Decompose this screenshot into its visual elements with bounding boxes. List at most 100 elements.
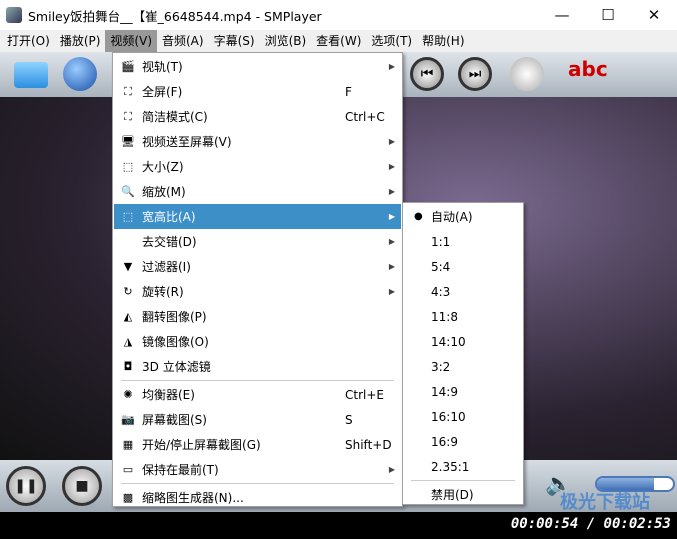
camera-icon: 📷	[121, 413, 135, 426]
video-menu-item[interactable]: ⬚ 宽高比(A) ▶	[114, 204, 401, 229]
submenu-arrow-icon: ▶	[388, 62, 395, 71]
aspect-option[interactable]: 1:1	[404, 229, 522, 254]
video-menu-item[interactable]: 🔍 缩放(M) ▶	[114, 179, 401, 204]
aspect-option-label: 16:9	[431, 434, 458, 449]
menu-6[interactable]: 查看(W)	[311, 30, 366, 52]
video-menu-item[interactable]: ◘ 3D 立体滤镜	[114, 354, 401, 379]
film-icon: 🎬	[121, 60, 135, 73]
menu-3[interactable]: 音频(A)	[157, 30, 209, 52]
menu-0[interactable]: 打开(O)	[2, 30, 55, 52]
aspect-option[interactable]: ● 自动(A)	[404, 204, 522, 229]
aspect-option-label: 14:10	[431, 334, 466, 349]
menu-item-shortcut: Shift+D	[345, 437, 392, 452]
aspect-icon: ⬚	[122, 210, 134, 223]
aspect-option[interactable]: 14:10	[404, 329, 522, 354]
audio-track-icon[interactable]	[510, 57, 544, 91]
menu-1[interactable]: 播放(P)	[55, 30, 106, 52]
menu-item-label: 保持在最前(T)	[142, 463, 219, 477]
video-menu-item[interactable]: 📷 屏幕截图(S) S	[114, 407, 401, 432]
stop-button[interactable]: ■	[62, 466, 102, 506]
submenu-arrow-icon: ▶	[388, 162, 395, 171]
blank-icon	[120, 234, 136, 250]
aspect-option-label: 5:4	[431, 259, 451, 274]
globe-icon[interactable]	[63, 57, 97, 91]
menu-item-label: 全屏(F)	[142, 85, 183, 99]
pause-button[interactable]: ❚❚	[6, 466, 46, 506]
menu-item-label: 过滤器(I)	[142, 260, 191, 274]
video-menu-item[interactable]: ↻ 旋转(R) ▶	[114, 279, 401, 304]
video-menu-item[interactable]: ▦ 开始/停止屏幕截图(G) Shift+D	[114, 432, 401, 457]
aspect-option[interactable]: 5:4	[404, 254, 522, 279]
video-menu-item[interactable]: ⛶ 简洁模式(C) Ctrl+C	[114, 104, 401, 129]
submenu-arrow-icon: ▶	[388, 237, 395, 246]
video-menu-item[interactable]: ⛶ 全屏(F) F	[114, 79, 401, 104]
video-menu-item[interactable]: 🖥 视频送至屏幕(V) ▶	[114, 129, 401, 154]
aspect-option[interactable]: 3:2	[404, 354, 522, 379]
submenu-arrow-icon: ▶	[388, 287, 395, 296]
open-folder-icon[interactable]	[14, 62, 48, 88]
status-bar: 00:00:54 / 00:02:53	[0, 512, 677, 539]
minimize-button[interactable]: —	[539, 0, 585, 30]
menu-item-shortcut: F	[345, 84, 352, 99]
aspect-option[interactable]: 禁用(D)	[404, 482, 522, 507]
menu-bar: 打开(O) 播放(P) 视频(V) 音频(A) 字幕(S) 浏览(B) 查看(W) 选项(T)…	[0, 30, 677, 52]
video-menu-item[interactable]: ⬚ 大小(Z) ▶	[114, 154, 401, 179]
aspect-option-label: 11:8	[431, 309, 458, 324]
next-icon[interactable]: ⏭	[458, 57, 492, 91]
close-button[interactable]: ✕	[631, 0, 677, 30]
submenu-arrow-icon: ▶	[388, 137, 395, 146]
menu-item-shortcut: S	[345, 412, 353, 427]
menu-item-label: 旋转(R)	[142, 285, 184, 299]
aspect-option-label: 2.35:1	[431, 459, 470, 474]
size-icon: ⬚	[122, 160, 134, 173]
subtitle-icon[interactable]: abc	[568, 57, 608, 91]
menu-item-shortcut: Ctrl+E	[345, 387, 384, 402]
flip-icon: ◭	[123, 310, 133, 323]
submenu-arrow-icon: ▶	[388, 465, 395, 474]
aspect-option-label: 禁用(D)	[431, 488, 474, 502]
menu-4[interactable]: 字幕(S)	[209, 30, 260, 52]
video-menu-item[interactable]: 🎬 视轨(T) ▶	[114, 54, 401, 79]
video-menu-item[interactable]: ◭ 翻转图像(P)	[114, 304, 401, 329]
menu-8[interactable]: 帮助(H)	[417, 30, 469, 52]
thumbnail-icon: ▩	[122, 491, 134, 504]
selected-dot-icon: ●	[414, 211, 423, 222]
video-menu-item[interactable]: ▼ 过滤器(I) ▶	[114, 254, 401, 279]
video-menu: 🎬 视轨(T) ▶ ⛶ 全屏(F) F ⛶ 简洁模式(C) Ctrl+C 🖥 视频送至屏幕(V) ▶ ⬚…	[112, 52, 403, 507]
maximize-button[interactable]: ☐	[585, 0, 631, 30]
previous-icon[interactable]: ⏮	[410, 57, 444, 91]
aspect-option[interactable]: 11:8	[404, 304, 522, 329]
aspect-option[interactable]: 16:9	[404, 429, 522, 454]
menu-separator	[411, 480, 515, 481]
aspect-option-label: 14:9	[431, 384, 458, 399]
menu-7[interactable]: 选项(T)	[366, 30, 417, 52]
menu-2[interactable]: 视频(V)	[105, 30, 157, 52]
menu-item-label: 3D 立体滤镜	[142, 360, 211, 374]
video-menu-item[interactable]: ▩ 缩略图生成器(N)...	[114, 485, 401, 510]
menu-separator	[121, 380, 394, 381]
menu-5[interactable]: 浏览(B)	[260, 30, 312, 52]
smplayer-icon	[6, 7, 22, 23]
aspect-option[interactable]: 16:10	[404, 404, 522, 429]
menu-item-label: 镜像图像(O)	[142, 335, 209, 349]
aspect-option[interactable]: 4:3	[404, 279, 522, 304]
video-menu-item[interactable]: ▭ 保持在最前(T) ▶	[114, 457, 401, 482]
submenu-arrow-icon: ▶	[388, 262, 395, 271]
menu-item-label: 去交错(D)	[142, 235, 197, 249]
menu-item-label: 视频送至屏幕(V)	[142, 135, 232, 149]
menu-item-label: 视轨(T)	[142, 60, 183, 74]
video-menu-item[interactable]: ✺ 均衡器(E) Ctrl+E	[114, 382, 401, 407]
rotate-icon: ↻	[123, 285, 133, 298]
3d-glasses-icon: ◘	[123, 360, 133, 373]
ontop-icon: ▭	[122, 463, 134, 476]
mirror-icon: ◮	[123, 335, 133, 348]
aspect-option[interactable]: 2.35:1	[404, 454, 522, 479]
menu-item-label: 缩略图生成器(N)...	[142, 491, 244, 505]
aspect-option[interactable]: 14:9	[404, 379, 522, 404]
menu-item-label: 缩放(M)	[142, 185, 186, 199]
equalizer-icon: ✺	[123, 388, 133, 401]
video-menu-item[interactable]: ◮ 镜像图像(O)	[114, 329, 401, 354]
menu-item-shortcut: Ctrl+C	[345, 109, 385, 124]
aspect-option-label: 3:2	[431, 359, 451, 374]
video-menu-item[interactable]: 去交错(D) ▶	[114, 229, 401, 254]
